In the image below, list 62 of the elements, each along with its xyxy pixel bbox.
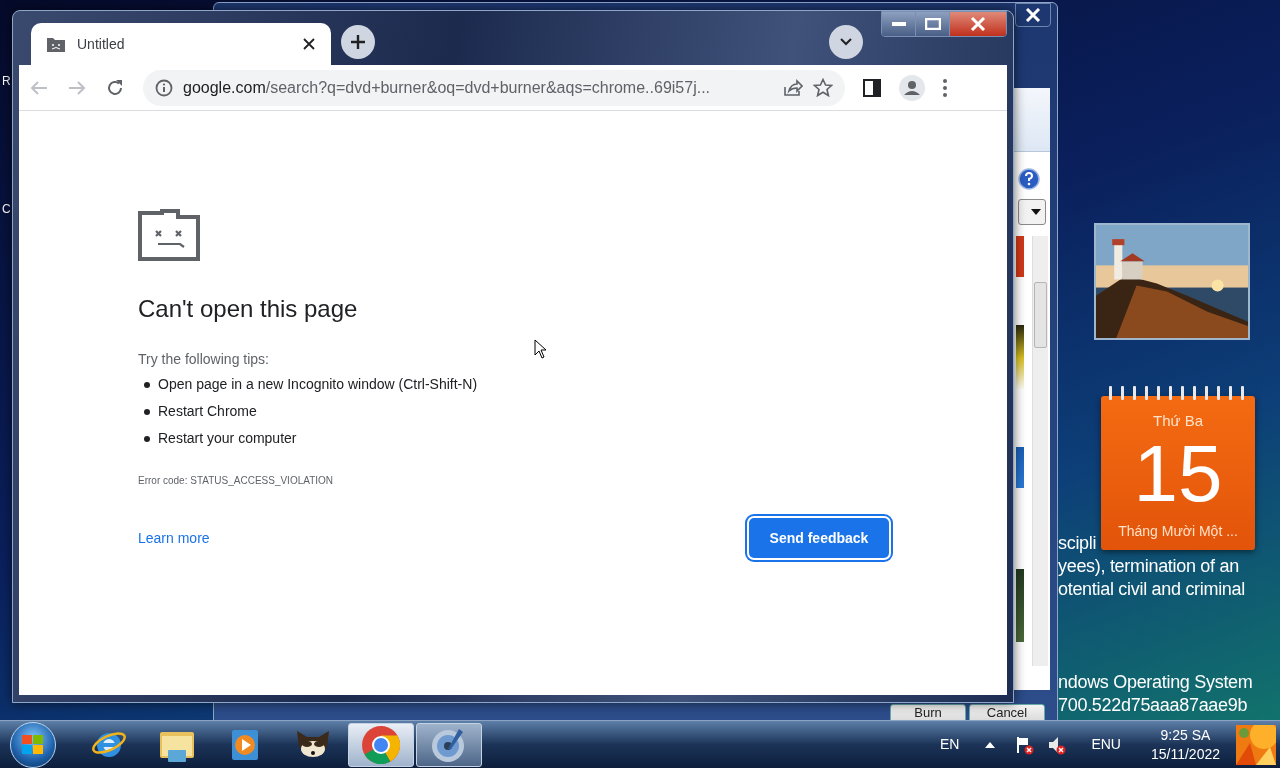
language-indicator[interactable]: EN xyxy=(939,734,960,755)
close-icon xyxy=(1025,8,1041,22)
cursor-icon xyxy=(534,339,548,359)
maximize-button[interactable] xyxy=(916,12,950,36)
close-icon xyxy=(970,17,986,31)
close-button[interactable] xyxy=(1015,3,1051,27)
keyboard-layout[interactable]: ENU xyxy=(1091,734,1121,755)
error-title: Can't open this page xyxy=(138,294,359,324)
tip-text: Restart Chrome xyxy=(158,402,257,421)
tip-text: Open page in a new Incognito window (Ctrl-Shift-N) xyxy=(158,375,478,394)
close-icon[interactable] xyxy=(303,38,315,50)
bullet-icon xyxy=(144,381,150,388)
url-text: google.com/search?q=dvd+burner&oq=dvd+burner&aqs=chrome..69i57j... xyxy=(183,77,711,98)
caret-icon xyxy=(1031,209,1041,215)
learn-more-link[interactable]: Learn more xyxy=(138,527,210,549)
profile-icon[interactable] xyxy=(899,74,925,101)
desktop-text: 700.522d75aaa87aae9b xyxy=(1058,694,1248,717)
minimize-button[interactable] xyxy=(882,12,916,36)
plus-icon xyxy=(350,34,366,50)
dropdown[interactable] xyxy=(1018,199,1046,225)
desktop-text: ndows Operating System xyxy=(1058,671,1253,694)
maximize-icon xyxy=(924,18,941,30)
windows-logo-icon xyxy=(22,734,44,755)
clock-time[interactable]: 9:25 SA xyxy=(1160,725,1211,745)
sad-folder-icon xyxy=(47,36,65,52)
chevron-down-icon xyxy=(840,38,852,46)
calendar-weekday: Thứ Ba xyxy=(1152,411,1204,431)
help-icon xyxy=(1018,168,1040,190)
clock-date[interactable]: 15/11/2022 xyxy=(1150,744,1220,764)
minimize-icon xyxy=(891,22,906,26)
desktop-label: R xyxy=(2,73,11,90)
share-icon[interactable] xyxy=(783,78,803,97)
reload-icon[interactable] xyxy=(105,77,125,98)
tab-search-button[interactable] xyxy=(829,25,863,59)
close-button[interactable] xyxy=(950,12,1006,36)
new-tab-button[interactable] xyxy=(341,25,375,59)
start-button[interactable] xyxy=(10,721,56,768)
address-bar[interactable]: google.com/search?q=dvd+burner&oq=dvd+burner&aqs=chrome..69i57j... xyxy=(143,69,845,106)
calendar-month: Tháng Mười Một ... xyxy=(1118,521,1238,541)
desktop-text: otential civil and criminal xyxy=(1058,578,1245,601)
star-icon[interactable] xyxy=(813,77,833,98)
desktop-text: yees), termination of an xyxy=(1058,555,1239,578)
bullet-icon xyxy=(144,408,150,415)
bullet-icon xyxy=(144,435,150,442)
tab-title: Untitled xyxy=(77,34,126,54)
flag-icon[interactable] xyxy=(1015,734,1036,755)
sad-folder-icon xyxy=(138,209,200,261)
tip-text: Restart your computer xyxy=(158,429,297,448)
scrollbar-thumb[interactable] xyxy=(1034,282,1047,348)
side-panel-icon[interactable] xyxy=(863,78,881,97)
caret-up-icon[interactable] xyxy=(985,741,996,748)
chrome-icon xyxy=(361,724,401,765)
flower-thumbnail-icon[interactable] xyxy=(1236,724,1276,765)
desktop-label: C xyxy=(2,201,11,218)
scrollbar[interactable] xyxy=(1032,236,1048,666)
desktop-text: scipli xyxy=(1058,532,1097,555)
tips-intro: Try the following tips: xyxy=(138,350,270,369)
calendar-day: 15 xyxy=(1133,432,1223,515)
menu-icon[interactable] xyxy=(943,78,947,97)
browser-tab[interactable]: Untitled xyxy=(31,23,331,65)
error-code: Error code: STATUS_ACCESS_VIOLATION xyxy=(138,474,335,488)
info-icon xyxy=(155,78,173,97)
